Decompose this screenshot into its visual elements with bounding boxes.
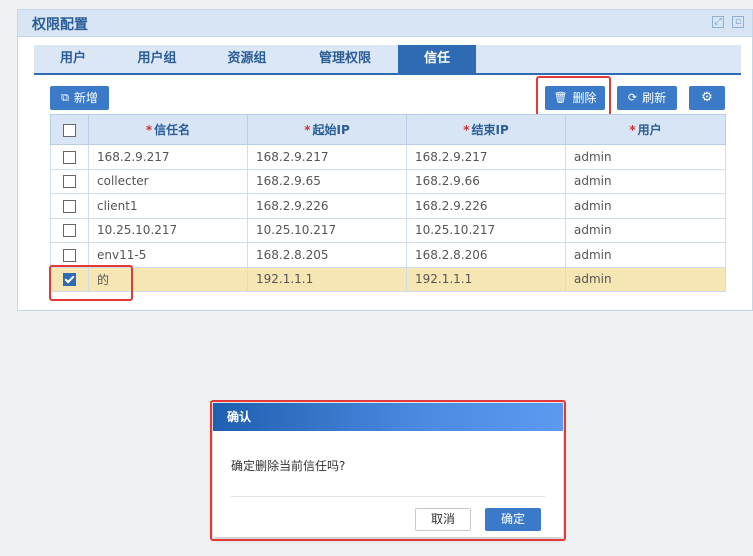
cell-trust-name: collecter [88, 168, 248, 194]
gear-icon: ⚙ [701, 90, 713, 105]
col-start-ip-label: 起始IP [312, 123, 350, 137]
tab-admin-permissions[interactable]: 管理权限 [292, 45, 398, 73]
cell-user: admin [565, 193, 726, 219]
trust-table: * 信任名 * 起始IP * 结束IP * 用户 168.2.9.217 168.2.9… [50, 114, 726, 292]
copy-icon: ⧉ [61, 91, 69, 104]
required-mark: * [145, 123, 153, 137]
delete-button[interactable]: 🗑 删除 [545, 86, 605, 110]
table-row[interactable]: 10.25.10.217 10.25.10.217 10.25.10.217 a… [50, 217, 726, 243]
tab-users[interactable]: 用户 [34, 45, 112, 73]
cell-end-ip: 168.2.9.66 [406, 168, 566, 194]
cell-user: admin [565, 266, 726, 292]
select-all-cell[interactable] [50, 114, 89, 145]
refresh-button[interactable]: ⟳ 刷新 [617, 86, 677, 110]
confirm-dialog: 确认 确定删除当前信任吗? 取消 确定 [213, 403, 563, 537]
cell-end-ip: 10.25.10.217 [406, 217, 566, 243]
cell-start-ip: 10.25.10.217 [247, 217, 407, 243]
tab-trust[interactable]: 信任 [398, 45, 476, 73]
cell-start-ip: 168.2.9.217 [247, 144, 407, 170]
cancel-button[interactable]: 取消 [415, 508, 471, 531]
required-mark: * [304, 123, 311, 137]
row-checkbox[interactable] [63, 248, 76, 262]
row-select-cell[interactable] [50, 168, 89, 194]
cell-start-ip: 168.2.9.226 [247, 193, 407, 219]
cell-trust-name: 10.25.10.217 [88, 217, 248, 243]
tab-bar: 用户 用户组 资源组 管理权限 信任 [34, 45, 741, 75]
cell-end-ip: 192.1.1.1 [406, 266, 566, 292]
tab-resource-groups[interactable]: 资源组 [202, 45, 292, 73]
dialog-divider [231, 496, 545, 497]
cell-trust-name: env11-5 [88, 242, 248, 268]
dialog-message: 确定删除当前信任吗? [231, 459, 346, 473]
add-button[interactable]: ⧉ 新增 [50, 86, 109, 110]
col-user-label: 用户 [637, 123, 662, 137]
row-select-cell[interactable] [50, 266, 89, 292]
cell-trust-name: client1 [88, 193, 248, 219]
col-trust-name-label: 信任名 [154, 123, 191, 137]
table-row[interactable]: 168.2.9.217 168.2.9.217 168.2.9.217 admi… [50, 144, 726, 170]
col-trust-name[interactable]: * 信任名 [88, 114, 248, 145]
cell-end-ip: 168.2.9.217 [406, 144, 566, 170]
cell-trust-name: 168.2.9.217 [88, 144, 248, 170]
required-mark: * [463, 123, 470, 137]
col-end-ip[interactable]: * 结束IP [406, 114, 566, 145]
refresh-icon: ⟳ [627, 91, 638, 104]
table-row[interactable]: env11-5 168.2.8.205 168.2.8.206 admin [50, 242, 726, 268]
row-checkbox[interactable] [63, 224, 76, 238]
select-all-checkbox[interactable] [63, 123, 76, 137]
row-select-cell[interactable] [50, 217, 89, 243]
table-row-selected[interactable]: 的 192.1.1.1 192.1.1.1 admin [50, 266, 726, 292]
restore-icon[interactable]: ▫ [732, 16, 744, 28]
cell-user: admin [565, 242, 726, 268]
refresh-button-label: 刷新 [642, 91, 667, 105]
trash-icon: 🗑 [553, 91, 568, 104]
window-controls: ⤢ ▫ [712, 16, 744, 28]
panel-title: 权限配置 [32, 17, 88, 33]
panel-header: 权限配置 ⤢ ▫ [18, 10, 752, 37]
cell-user: admin [565, 168, 726, 194]
col-user[interactable]: * 用户 [565, 114, 726, 145]
row-select-cell[interactable] [50, 242, 89, 268]
settings-button[interactable]: ⚙ [689, 86, 725, 110]
cell-end-ip: 168.2.9.226 [406, 193, 566, 219]
row-select-cell[interactable] [50, 144, 89, 170]
required-mark: * [629, 123, 636, 137]
delete-button-label: 删除 [572, 91, 597, 105]
table-header-row: * 信任名 * 起始IP * 结束IP * 用户 [50, 114, 726, 145]
cell-start-ip: 192.1.1.1 [247, 266, 407, 292]
dialog-title: 确认 [213, 403, 563, 431]
col-end-ip-label: 结束IP [471, 123, 509, 137]
cell-start-ip: 168.2.9.65 [247, 168, 407, 194]
cell-end-ip: 168.2.8.206 [406, 242, 566, 268]
confirm-button[interactable]: 确定 [485, 508, 541, 531]
row-select-cell[interactable] [50, 193, 89, 219]
row-checkbox[interactable] [63, 199, 76, 213]
permission-panel: 权限配置 ⤢ ▫ 用户 用户组 资源组 管理权限 信任 ⧉ 新增 🗑 删除 ⟳ … [17, 9, 753, 311]
add-button-label: 新增 [73, 91, 98, 105]
row-checkbox[interactable] [63, 150, 76, 164]
row-checkbox-checked[interactable] [63, 273, 76, 287]
table-row[interactable]: client1 168.2.9.226 168.2.9.226 admin [50, 193, 726, 219]
cell-user: admin [565, 144, 726, 170]
cell-user: admin [565, 217, 726, 243]
cell-start-ip: 168.2.8.205 [247, 242, 407, 268]
table-row[interactable]: collecter 168.2.9.65 168.2.9.66 admin [50, 168, 726, 194]
col-start-ip[interactable]: * 起始IP [247, 114, 407, 145]
cell-trust-name: 的 [88, 266, 248, 292]
row-checkbox[interactable] [63, 175, 76, 189]
expand-icon[interactable]: ⤢ [712, 16, 724, 28]
tab-user-groups[interactable]: 用户组 [112, 45, 202, 73]
